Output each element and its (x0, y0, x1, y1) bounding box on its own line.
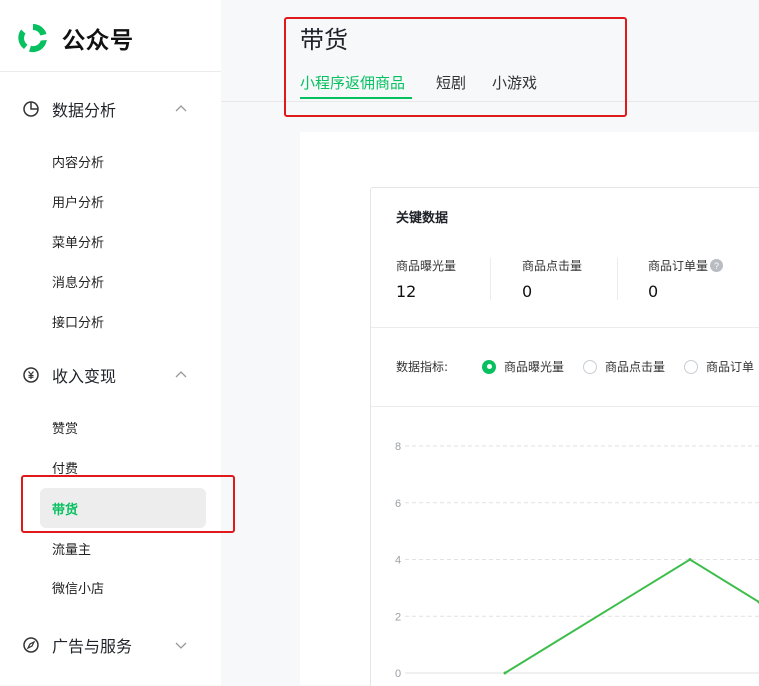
radio-orders[interactable]: 商品订单 (684, 358, 754, 375)
page-title: 带货 (300, 20, 348, 55)
radio-label: 商品订单 (706, 358, 754, 375)
app-logo[interactable]: 公众号 (16, 18, 134, 58)
radio-clicks[interactable]: 商品点击量 (583, 358, 665, 375)
sidebar-group-data-analysis[interactable]: 数据分析 (0, 93, 221, 125)
y-tick-label: 6 (395, 498, 401, 510)
y-tick-label: 2 (395, 611, 401, 623)
metric-label-text: 商品点击量 (522, 257, 582, 274)
sidebar-group-monetization[interactable]: 收入变现 (0, 359, 221, 391)
key-data-title: 关键数据 (396, 207, 448, 226)
sidebar-item-paid[interactable]: 付费 (40, 447, 206, 487)
sidebar-item-api-analysis[interactable]: 接口分析 (40, 301, 206, 341)
sidebar-item-message-analysis[interactable]: 消息分析 (40, 261, 206, 301)
metric-label-text: 商品订单量 (648, 257, 708, 274)
sidebar-item-user-analysis[interactable]: 用户分析 (40, 181, 206, 221)
sidebar-item-content-analysis[interactable]: 内容分析 (40, 141, 206, 181)
sidebar-item-label: 付费 (52, 458, 78, 477)
metric-label-text: 商品曝光量 (396, 257, 456, 274)
sidebar-group-label: 广告与服务 (52, 633, 132, 657)
sidebar: 公众号 数据分析 内容分析 用户分析 菜单分析 消息分析 接口分析 收入变现 赞… (0, 0, 221, 685)
sidebar-item-appreciation[interactable]: 赞赏 (40, 407, 206, 447)
y-tick-label: 8 (395, 441, 401, 453)
metric-value-exposure: 12 (396, 282, 416, 301)
card-divider (371, 327, 759, 328)
sidebar-item-menu-analysis[interactable]: 菜单分析 (40, 221, 206, 261)
sidebar-item-label: 赞赏 (52, 418, 78, 437)
compass-icon (22, 636, 40, 654)
sidebar-item-label: 微信小店 (52, 578, 104, 597)
card-divider (371, 406, 759, 407)
sidebar-item-label: 用户分析 (52, 192, 104, 211)
sidebar-item-label: 内容分析 (52, 152, 104, 171)
svg-text:?: ? (714, 261, 719, 271)
sidebar-item-wechat-store[interactable]: 微信小店 (40, 567, 206, 607)
active-tab-indicator (300, 97, 412, 99)
wechat-official-logo-icon (16, 21, 50, 55)
metric-label-clicks: 商品点击量 (522, 257, 582, 274)
sidebar-item-goods[interactable]: 带货 (40, 488, 206, 528)
sidebar-item-label: 流量主 (52, 539, 91, 558)
sidebar-item-label: 接口分析 (52, 312, 104, 331)
radio-label: 商品点击量 (605, 358, 665, 375)
help-icon[interactable]: ? (710, 259, 723, 272)
radio-dot[interactable] (583, 360, 597, 374)
y-tick-label: 0 (395, 668, 401, 680)
sidebar-item-label: 菜单分析 (52, 232, 104, 251)
yuan-icon (22, 366, 40, 384)
metric-value-clicks: 0 (522, 282, 532, 301)
exposure-line-chart: 8 6 4 2 0 (371, 430, 759, 685)
sidebar-item-label: 带货 (52, 499, 78, 518)
data-point[interactable] (504, 672, 507, 675)
metric-value-orders: 0 (648, 282, 658, 301)
metric-label-orders: 商品订单量 ? (648, 257, 723, 274)
tab-mini-games[interactable]: 小游戏 (492, 72, 537, 93)
radio-dot[interactable] (482, 360, 496, 374)
sidebar-group-label: 数据分析 (52, 97, 116, 121)
sidebar-group-ads-services[interactable]: 广告与服务 (0, 629, 221, 661)
sidebar-item-traffic-owner[interactable]: 流量主 (40, 528, 206, 568)
header-divider (221, 101, 759, 102)
tab-short-drama[interactable]: 短剧 (436, 72, 466, 93)
indicator-label: 数据指标: (396, 358, 448, 375)
chevron-down-icon[interactable] (172, 636, 190, 654)
sidebar-divider (0, 71, 221, 72)
tab-miniprogram-goods[interactable]: 小程序返佣商品 (300, 72, 405, 93)
radio-exposure[interactable]: 商品曝光量 (482, 358, 564, 375)
metric-separator (617, 258, 618, 300)
metric-separator (490, 258, 491, 300)
radio-dot[interactable] (684, 360, 698, 374)
y-tick-label: 4 (395, 555, 401, 567)
chevron-up-icon[interactable] (172, 366, 190, 384)
pie-chart-icon (22, 100, 40, 118)
data-point[interactable] (689, 558, 692, 561)
metric-label-exposure: 商品曝光量 (396, 257, 456, 274)
sidebar-group-label: 收入变现 (52, 363, 116, 387)
radio-label: 商品曝光量 (504, 358, 564, 375)
chevron-up-icon[interactable] (172, 100, 190, 118)
sidebar-item-label: 消息分析 (52, 272, 104, 291)
app-title: 公众号 (62, 21, 134, 55)
